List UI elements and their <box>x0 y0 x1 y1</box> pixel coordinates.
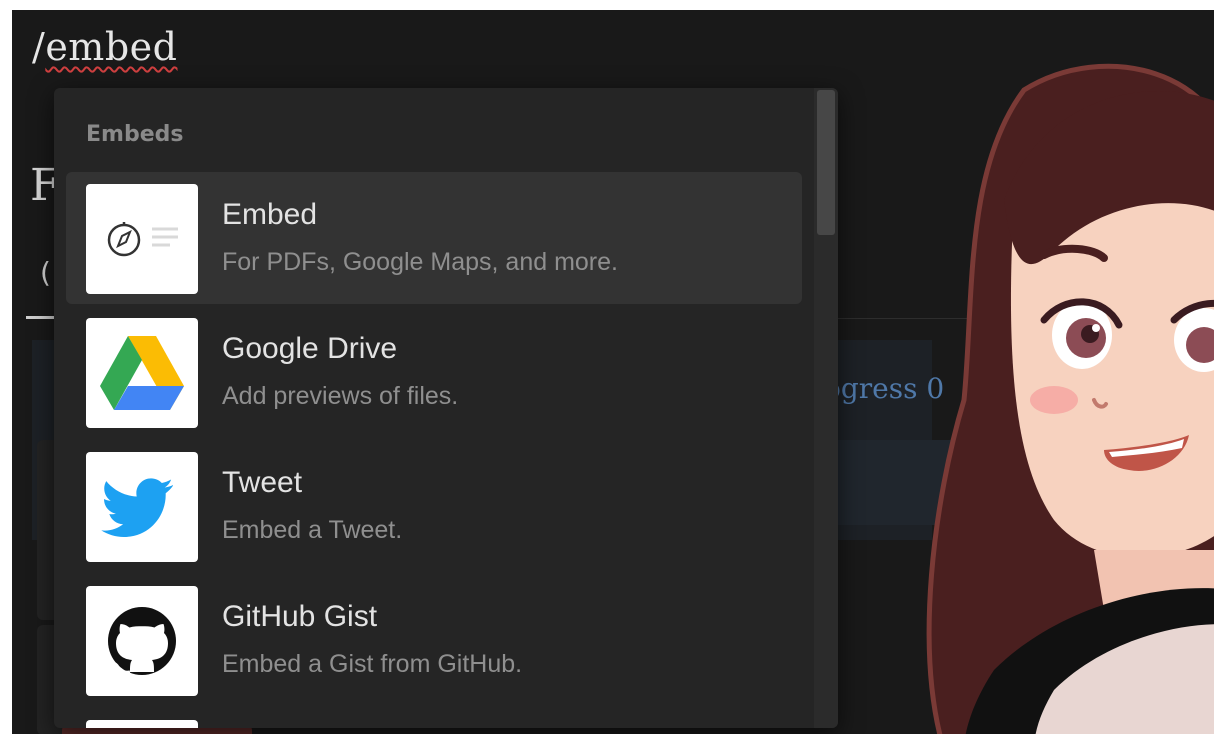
tweet-thumbnail <box>86 452 198 562</box>
menu-item-title: Embed <box>222 198 318 231</box>
menu-item-description: Embed a Tweet. <box>222 516 403 544</box>
background-text-fragment: ( <box>40 256 51 289</box>
menu-item-github-gist[interactable]: GitHub Gist Embed a Gist from GitHub. <box>66 574 802 706</box>
menu-item-embed[interactable]: Embed For PDFs, Google Maps, and more. <box>66 172 802 304</box>
menu-item-tweet[interactable]: Tweet Embed a Tweet. <box>66 440 802 572</box>
google-drive-icon <box>100 336 184 410</box>
menu-item-title: Google Drive <box>222 332 398 365</box>
menu-item-description: Embed a Gist from GitHub. <box>222 650 523 678</box>
menu-section-header: Embeds <box>86 122 184 147</box>
app-window: F ( ogress 0 /embed Embeds Embed For PDF… <box>12 10 1214 734</box>
menu-item-description: For PDFs, Google Maps, and more. <box>222 248 618 276</box>
menu-scrollbar[interactable] <box>814 88 838 728</box>
twitter-bird-icon <box>101 478 174 538</box>
menu-item-google-drive[interactable]: Google Drive Add previews of files. <box>66 306 802 438</box>
menu-scrollbar-thumb[interactable] <box>817 90 835 235</box>
google-drive-thumbnail <box>86 318 198 428</box>
menu-item-description: Add previews of files. <box>222 382 459 410</box>
editor-slash-command[interactable]: /embed <box>32 28 177 66</box>
menu-item-title: GitHub Gist <box>222 600 378 633</box>
compass-icon <box>107 222 178 257</box>
slash-command-menu: Embeds Embed For PDFs, Google Maps, and … <box>54 88 838 728</box>
menu-item-title: Tweet <box>222 466 303 499</box>
anime-character-illustration <box>926 63 1214 734</box>
slash-prefix: / <box>32 25 46 69</box>
menu-item-partial-thumbnail <box>86 720 198 728</box>
github-gist-thumbnail <box>86 586 198 696</box>
embed-thumbnail <box>86 184 198 294</box>
command-word: embed <box>45 25 178 69</box>
github-icon <box>108 607 176 675</box>
